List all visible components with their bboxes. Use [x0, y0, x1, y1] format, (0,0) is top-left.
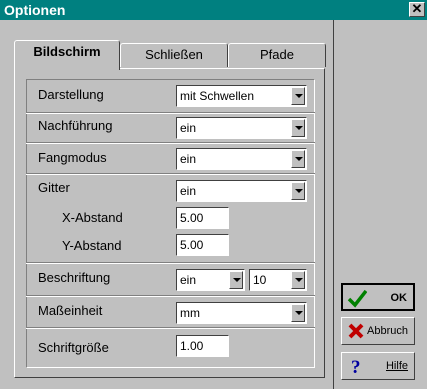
tab-label: Bildschirm: [33, 44, 101, 59]
nachfuehrung-label: Nachführung: [38, 118, 113, 133]
row-separator: [26, 142, 315, 144]
chevron-down-icon[interactable]: [291, 119, 305, 137]
row-separator: [26, 112, 315, 114]
masseinheit-label: Maßeinheit: [38, 303, 103, 318]
svg-text:?: ?: [351, 357, 361, 376]
button-label: Abbruch: [367, 325, 408, 337]
hilfe-button[interactable]: ? Hilfe: [341, 352, 415, 380]
x-abstand-label: X-Abstand: [62, 210, 123, 225]
row-separator: [26, 173, 315, 175]
select-value: mm: [180, 306, 200, 320]
chevron-down-icon[interactable]: [291, 150, 305, 168]
masseinheit-select[interactable]: mm: [176, 302, 307, 324]
y-abstand-label: Y-Abstand: [62, 238, 122, 253]
ok-button[interactable]: OK: [341, 283, 415, 311]
beschriftung-size-select[interactable]: 10: [249, 269, 307, 291]
checkmark-icon: [347, 289, 367, 308]
select-value: 10: [253, 273, 267, 287]
darstellung-label: Darstellung: [38, 87, 104, 102]
question-icon: ?: [351, 357, 361, 376]
select-value: ein: [180, 121, 197, 135]
select-value: ein: [180, 184, 197, 198]
tab-schliessen[interactable]: Schließen: [120, 43, 228, 67]
y-abstand-input[interactable]: 5.00: [176, 234, 229, 256]
divider: [333, 20, 334, 389]
select-value: ein: [180, 273, 197, 287]
gitter-select[interactable]: ein: [176, 180, 307, 202]
options-dialog: Optionen ✕ Bildschirm Schließen Pfade Da…: [0, 0, 427, 389]
beschriftung-select[interactable]: ein: [176, 269, 245, 291]
tab-label: Schließen: [145, 47, 203, 62]
chevron-down-icon[interactable]: [291, 271, 305, 289]
select-value: mit Schwellen: [180, 89, 255, 103]
x-abstand-input[interactable]: 5.00: [176, 207, 229, 229]
schriftgroesse-label: Schriftgröße: [38, 340, 109, 355]
close-button[interactable]: ✕: [409, 2, 425, 17]
chevron-down-icon[interactable]: [229, 271, 243, 289]
chevron-down-icon[interactable]: [291, 182, 305, 200]
schriftgroesse-input[interactable]: 1.00: [176, 335, 229, 357]
button-label: OK: [390, 292, 408, 304]
tab-bildschirm[interactable]: Bildschirm: [14, 40, 120, 70]
gitter-label: Gitter: [38, 180, 70, 195]
darstellung-select[interactable]: mit Schwellen: [176, 85, 307, 107]
x-icon: [348, 323, 364, 339]
fangmodus-select[interactable]: ein: [176, 148, 307, 170]
abbruch-button[interactable]: Abbruch: [341, 317, 415, 345]
beschriftung-label: Beschriftung: [38, 270, 111, 285]
row-separator: [26, 262, 315, 264]
chevron-down-icon[interactable]: [291, 304, 305, 322]
title-bar: Optionen ✕: [0, 0, 427, 20]
select-value: ein: [180, 152, 197, 166]
row-separator: [26, 295, 315, 297]
window-title: Optionen: [4, 2, 66, 18]
chevron-down-icon[interactable]: [291, 87, 305, 105]
button-label: Hilfe: [385, 360, 408, 372]
nachfuehrung-select[interactable]: ein: [176, 117, 307, 139]
tab-pfade[interactable]: Pfade: [228, 43, 326, 67]
row-separator: [26, 327, 315, 329]
tab-label: Pfade: [260, 47, 294, 62]
fangmodus-label: Fangmodus: [38, 150, 107, 165]
